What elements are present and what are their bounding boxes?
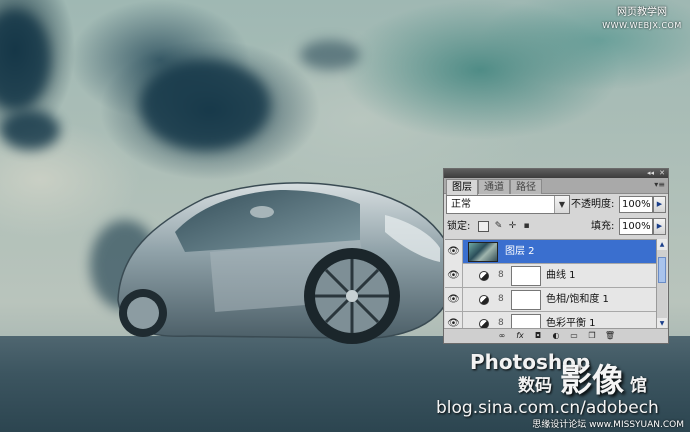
add-mask-icon[interactable]: ◘ <box>532 330 544 342</box>
eye-icon[interactable]: 👁 <box>445 288 463 312</box>
close-icon[interactable]: ✕ <box>659 169 665 178</box>
hall-text: 馆 <box>630 376 647 396</box>
link-layers-icon[interactable]: ∞ <box>496 330 508 342</box>
delete-layer-icon[interactable]: 🗑 <box>604 330 616 342</box>
new-group-icon[interactable]: ▭ <box>568 330 580 342</box>
fill-label: 填充: <box>591 221 615 232</box>
new-adjustment-icon[interactable]: ◐ <box>550 330 562 342</box>
eye-icon[interactable]: 👁 <box>445 312 463 329</box>
blend-mode-value: 正常 <box>451 199 471 210</box>
tab-paths[interactable]: 路径 <box>510 179 542 194</box>
panel-menu-icon[interactable]: ▾≡ <box>654 180 665 189</box>
site-name: 网页教学网 <box>617 7 667 18</box>
digital-text: 数码 <box>518 376 552 396</box>
blend-mode-select[interactable]: 正常 ▼ <box>446 195 570 214</box>
site-url: WWW.WEBJX.COM <box>602 21 682 30</box>
layer-mask-thumbnail <box>511 266 541 286</box>
lock-all-icon[interactable]: ▪ <box>521 221 532 232</box>
layer-row[interactable]: 👁 8 色彩平衡 1 <box>445 312 657 329</box>
lock-move-icon[interactable]: ✛ <box>507 221 518 232</box>
fx-icon[interactable]: fx <box>514 330 526 342</box>
layer-mask-thumbnail <box>511 290 541 310</box>
tab-layers[interactable]: 图层 <box>446 179 478 195</box>
layers-panel: ◂◂ ✕ 图层 通道 路径 ▾≡ 正常 ▼ 不透明度: 100% ▶ 锁定: ✎… <box>443 168 669 344</box>
link-icon[interactable]: 8 <box>498 270 504 280</box>
blog-url: blog.sina.com.cn/adobech <box>436 398 659 418</box>
link-icon[interactable]: 8 <box>498 294 504 304</box>
scroll-thumb[interactable] <box>658 257 666 283</box>
layer-row[interactable]: 👁 8 曲线 1 <box>445 264 657 288</box>
panel-footer: ∞ fx ◘ ◐ ▭ ❐ 🗑 <box>444 328 668 343</box>
layer-name: 曲线 1 <box>546 270 576 281</box>
eye-icon[interactable]: 👁 <box>445 264 463 288</box>
adjustment-icon <box>479 295 489 305</box>
collapse-icon[interactable]: ◂◂ <box>647 169 654 178</box>
layer-name: 色相/饱和度 1 <box>546 294 609 305</box>
site-watermark: 网页教学网 WWW.WEBJX.COM <box>602 6 682 32</box>
adjustment-icon <box>479 271 489 281</box>
layer-scrollbar[interactable]: ▲ ▼ <box>656 239 667 329</box>
link-icon[interactable]: 8 <box>498 318 504 328</box>
opacity-input[interactable]: 100% <box>619 196 653 213</box>
lock-row: 锁定: ✎ ✛ ▪ 填充: 100% ▶ <box>446 218 668 236</box>
layer-name: 色彩平衡 1 <box>546 318 596 329</box>
layer-mask-thumbnail <box>511 314 541 329</box>
opacity-label: 不透明度: <box>571 199 615 210</box>
lock-label: 锁定: <box>447 221 471 232</box>
chevron-down-icon[interactable]: ▼ <box>554 196 569 213</box>
forum-watermark: 思缘设计论坛 www.MISSYUAN.COM <box>532 420 684 430</box>
layer-row[interactable]: 👁 图层 2 <box>445 240 657 264</box>
tab-channels[interactable]: 通道 <box>478 179 510 194</box>
blend-row: 正常 ▼ 不透明度: 100% ▶ <box>446 195 668 215</box>
panel-tabs: 图层 通道 路径 ▾≡ <box>444 178 668 195</box>
new-layer-icon[interactable]: ❐ <box>586 330 598 342</box>
panel-titlebar[interactable]: ◂◂ ✕ <box>444 169 668 178</box>
opacity-slider-arrow-icon[interactable]: ▶ <box>653 196 666 213</box>
fill-slider-arrow-icon[interactable]: ▶ <box>653 218 666 235</box>
lock-brush-icon[interactable]: ✎ <box>493 221 504 232</box>
image-hall-watermark: 数码 影像 馆 <box>518 355 676 399</box>
lock-transparent-icon[interactable] <box>478 221 489 232</box>
scroll-up-icon[interactable]: ▲ <box>657 239 667 250</box>
layer-list: 👁 图层 2 👁 8 曲线 1 👁 8 色相/饱和度 1 👁 8 色彩平衡 1 <box>445 239 657 329</box>
fill-input[interactable]: 100% <box>619 218 653 235</box>
layer-thumbnail <box>468 242 498 262</box>
layer-name: 图层 2 <box>505 246 535 257</box>
image-text: 影像 <box>560 361 625 399</box>
eye-icon[interactable]: 👁 <box>445 240 463 264</box>
layer-row[interactable]: 👁 8 色相/饱和度 1 <box>445 288 657 312</box>
